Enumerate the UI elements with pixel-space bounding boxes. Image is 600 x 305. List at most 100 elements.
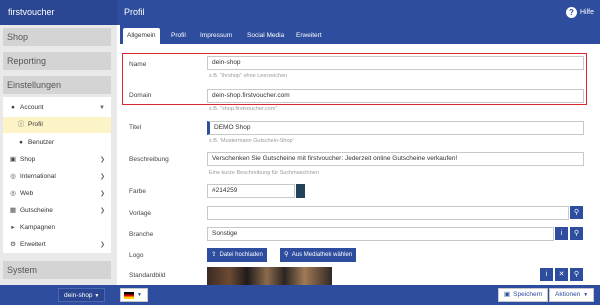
tab-bar: Allgemein Profil Impressum Social Media …	[120, 25, 600, 44]
sidebar-item-label: Account	[20, 104, 44, 111]
color-swatch[interactable]	[296, 184, 305, 198]
caret-down-icon: ▼	[583, 292, 589, 298]
logo-label: Logo	[129, 252, 144, 259]
sidebar-item-kampagnen[interactable]: ▸ Kampagnen	[3, 220, 111, 236]
sidebar-item-profil[interactable]: ⓘ Profil	[3, 117, 111, 133]
upload-icon: ⇧	[211, 251, 217, 258]
voucher-icon: ▦	[9, 207, 17, 214]
save-icon: ▣	[504, 291, 511, 298]
tab-profil[interactable]: Profil	[167, 28, 190, 44]
sidebar: Shop Reporting Einstellungen ● Account ▼…	[0, 25, 117, 285]
help-button[interactable]: ? Hilfe	[565, 6, 594, 19]
titel-input[interactable]: DEMO Shop	[207, 121, 584, 135]
vorlage-label: Vorlage	[129, 210, 152, 217]
standardbild-info-button[interactable]: i	[540, 268, 553, 281]
search-icon: ⚲	[573, 209, 580, 216]
shop-select-value: dein-shop	[64, 292, 93, 299]
sidebar-item-label: Benutzer	[28, 139, 55, 146]
user-icon: ●	[19, 139, 23, 146]
caret-down-icon: ▼	[137, 292, 142, 298]
branche-label: Branche	[129, 231, 154, 238]
name-input[interactable]: dein-shop	[207, 56, 584, 70]
titel-label: Titel	[129, 124, 142, 131]
save-button[interactable]: ▣ Speichern	[498, 288, 549, 302]
info-icon: ⓘ	[17, 121, 25, 128]
sidebar-section-einstellungen[interactable]: Einstellungen	[3, 76, 111, 94]
media-library-button[interactable]: ⚲ Aus Mediathek wählen	[280, 248, 357, 262]
name-label: Name	[129, 61, 147, 68]
sidebar-item-international[interactable]: ◎ International ❯	[3, 169, 111, 185]
sidebar-item-label: International	[20, 173, 56, 180]
chevron-down-icon: ▼	[99, 105, 105, 111]
upload-file-button[interactable]: ⇧ Datei hochladen	[207, 248, 267, 262]
sidebar-item-label: Kampagnen	[20, 224, 56, 231]
german-flag-icon	[124, 291, 134, 299]
tab-social-media[interactable]: Social Media	[243, 28, 288, 44]
standardbild-remove-button[interactable]: ✕	[555, 268, 568, 281]
sidebar-item-label: Erweitert	[20, 241, 46, 248]
bottom-bar: dein-shop ▼ ▼ ▣ Speichern Aktionen ▼	[0, 285, 600, 305]
vorlage-search-button[interactable]: ⚲	[570, 206, 583, 219]
top-bar: firstvoucher Profil ? Hilfe	[0, 0, 600, 25]
vorlage-input[interactable]	[207, 206, 569, 220]
user-icon: ●	[11, 104, 15, 111]
media-library-label: Aus Mediathek wählen	[291, 252, 353, 258]
branche-info-button[interactable]: i	[555, 227, 568, 240]
tab-impressum[interactable]: Impressum	[196, 28, 236, 44]
caret-down-icon: ▼	[94, 293, 100, 299]
upload-file-label: Datei hochladen	[219, 252, 263, 258]
search-icon: ⚲	[573, 230, 580, 237]
sidebar-item-label: Gutscheine	[20, 207, 53, 214]
chevron-right-icon: ❯	[99, 208, 105, 214]
search-icon: ⚲	[284, 251, 289, 258]
help-icon: ?	[565, 7, 577, 18]
sidebar-section-shop[interactable]: Shop	[3, 28, 111, 46]
sidebar-section-system[interactable]: System	[3, 261, 111, 279]
cart-icon: ▣	[9, 156, 17, 163]
beschreibung-label: Beschreibung	[129, 156, 169, 163]
globe-icon: ◎	[10, 173, 16, 180]
name-hint: z.B. "ihrshop" ohne Leerzeichen	[209, 73, 288, 79]
brand-logo[interactable]: firstvoucher	[0, 0, 117, 25]
actions-button[interactable]: Aktionen ▼	[549, 288, 595, 302]
branche-input[interactable]: Sonstige	[207, 227, 554, 241]
sidebar-item-benutzer[interactable]: ● Benutzer	[3, 135, 111, 151]
gear-icon: ⚙	[10, 241, 16, 248]
tab-allgemein[interactable]: Allgemein	[123, 28, 160, 44]
chevron-right-icon: ❯	[99, 242, 105, 248]
sidebar-item-label: Profil	[28, 121, 43, 128]
page-title: Profil	[124, 7, 145, 17]
sidebar-item-erweitert[interactable]: ⚙ Erweitert ❯	[3, 237, 111, 253]
titel-hint: z.B. 'Mustermann Gutschein-Shop'	[209, 138, 294, 144]
help-label: Hilfe	[579, 9, 594, 16]
language-select[interactable]: ▼	[120, 288, 148, 302]
sidebar-section-reporting[interactable]: Reporting	[3, 52, 111, 70]
standardbild-search-button[interactable]: ⚲	[570, 268, 583, 281]
megaphone-icon: ▸	[11, 224, 15, 231]
sidebar-item-shop[interactable]: ▣ Shop ❯	[3, 152, 111, 168]
farbe-input[interactable]: #214259	[207, 184, 295, 198]
farbe-label: Farbe	[129, 188, 146, 195]
sidebar-item-gutscheine[interactable]: ▦ Gutscheine ❯	[3, 203, 111, 219]
sidebar-item-label: Shop	[20, 156, 36, 163]
domain-hint: z.B. "shop.firstvoucher.com"	[209, 106, 278, 112]
close-icon: ✕	[558, 271, 565, 278]
chevron-right-icon: ❯	[99, 174, 105, 180]
beschreibung-input[interactable]: Verschenken Sie Gutscheine mit firstvouc…	[207, 152, 584, 166]
tab-erweitert[interactable]: Erweitert	[292, 28, 326, 44]
sidebar-item-account[interactable]: ● Account ▼	[3, 100, 111, 116]
domain-label: Domain	[129, 92, 152, 99]
actions-label: Aktionen	[555, 291, 581, 298]
standardbild-preview[interactable]	[207, 267, 332, 285]
sidebar-item-label: Web	[20, 190, 34, 197]
save-label: Speichern	[513, 291, 543, 298]
standardbild-label: Standardbild	[129, 272, 166, 279]
info-icon: i	[560, 230, 563, 237]
sidebar-item-web[interactable]: ◎ Web ❯	[3, 186, 111, 202]
domain-input[interactable]: dein-shop.firstvoucher.com	[207, 89, 584, 103]
globe-icon: ◎	[10, 190, 16, 197]
shop-select[interactable]: dein-shop ▼	[58, 288, 106, 302]
chevron-right-icon: ❯	[99, 157, 105, 163]
search-icon: ⚲	[573, 271, 580, 278]
branche-search-button[interactable]: ⚲	[570, 227, 583, 240]
